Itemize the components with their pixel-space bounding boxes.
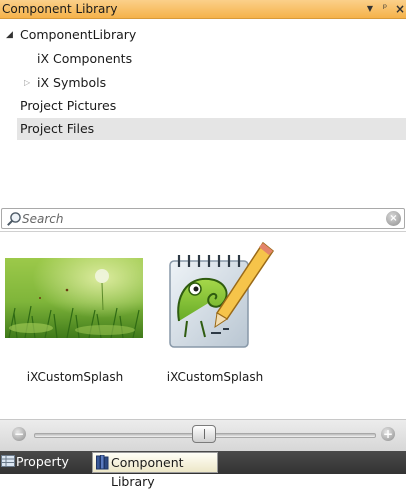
search-icon	[7, 212, 21, 226]
close-icon[interactable]: ×	[394, 2, 406, 16]
zoom-in-icon[interactable]: +	[381, 427, 395, 441]
zoom-bar: − +	[0, 419, 406, 451]
tree-item-project-files[interactable]: Project Files	[17, 118, 406, 140]
tab-label: Property Grid	[16, 454, 69, 491]
tree-item-label: Project Files	[20, 121, 95, 136]
tree-item-label: iX Symbols	[37, 75, 107, 90]
chameleon-notepad-image	[169, 241, 275, 348]
component-gallery: iXCustomSplash iXCustomSplash	[0, 231, 406, 420]
property-grid-icon	[1, 455, 15, 467]
tab-property-grid[interactable]: Property Grid	[0, 451, 92, 491]
gallery-item-label: iXCustomSplash	[166, 370, 264, 384]
pin-icon[interactable]: ᵖ	[379, 2, 391, 16]
zoom-slider-thumb[interactable]	[192, 425, 216, 443]
panel-title: Component Library	[2, 2, 118, 16]
tree-item-project-pictures[interactable]: Project Pictures	[0, 95, 406, 117]
tree-item-label: ComponentLibrary	[20, 27, 137, 42]
search-bar: ×	[1, 208, 405, 229]
zoom-out-icon[interactable]: −	[12, 427, 26, 441]
tree-item-label: Project Pictures	[20, 98, 117, 113]
books-icon	[96, 455, 109, 470]
gallery-item[interactable]: iXCustomSplash	[0, 242, 150, 392]
component-tree: ◢ ComponentLibrary iX Components ▷ iX Sy…	[0, 19, 406, 207]
bottom-tab-strip: Property Grid Component Library	[0, 451, 406, 491]
dropdown-icon[interactable]: ▼	[364, 2, 376, 16]
collapsed-triangle-icon[interactable]: ▷	[24, 72, 30, 94]
panel-title-bar: Component Library ▼ ᵖ ×	[0, 0, 406, 19]
tab-component-library[interactable]: Component Library	[92, 452, 218, 489]
expand-triangle-icon[interactable]: ◢	[6, 24, 13, 46]
tree-item-ix-components[interactable]: iX Components	[0, 48, 406, 70]
grass-dandelion-image	[5, 258, 143, 338]
tree-item-label: iX Components	[37, 51, 133, 66]
tab-label: Component Library	[111, 455, 184, 489]
clear-search-icon[interactable]: ×	[386, 211, 401, 226]
gallery-item-label: iXCustomSplash	[26, 370, 124, 384]
tree-item-componentlibrary[interactable]: ◢ ComponentLibrary	[0, 24, 406, 46]
search-input[interactable]	[22, 210, 382, 227]
gallery-item[interactable]: iXCustomSplash	[140, 241, 290, 392]
tree-item-ix-symbols[interactable]: ▷ iX Symbols	[0, 72, 406, 94]
